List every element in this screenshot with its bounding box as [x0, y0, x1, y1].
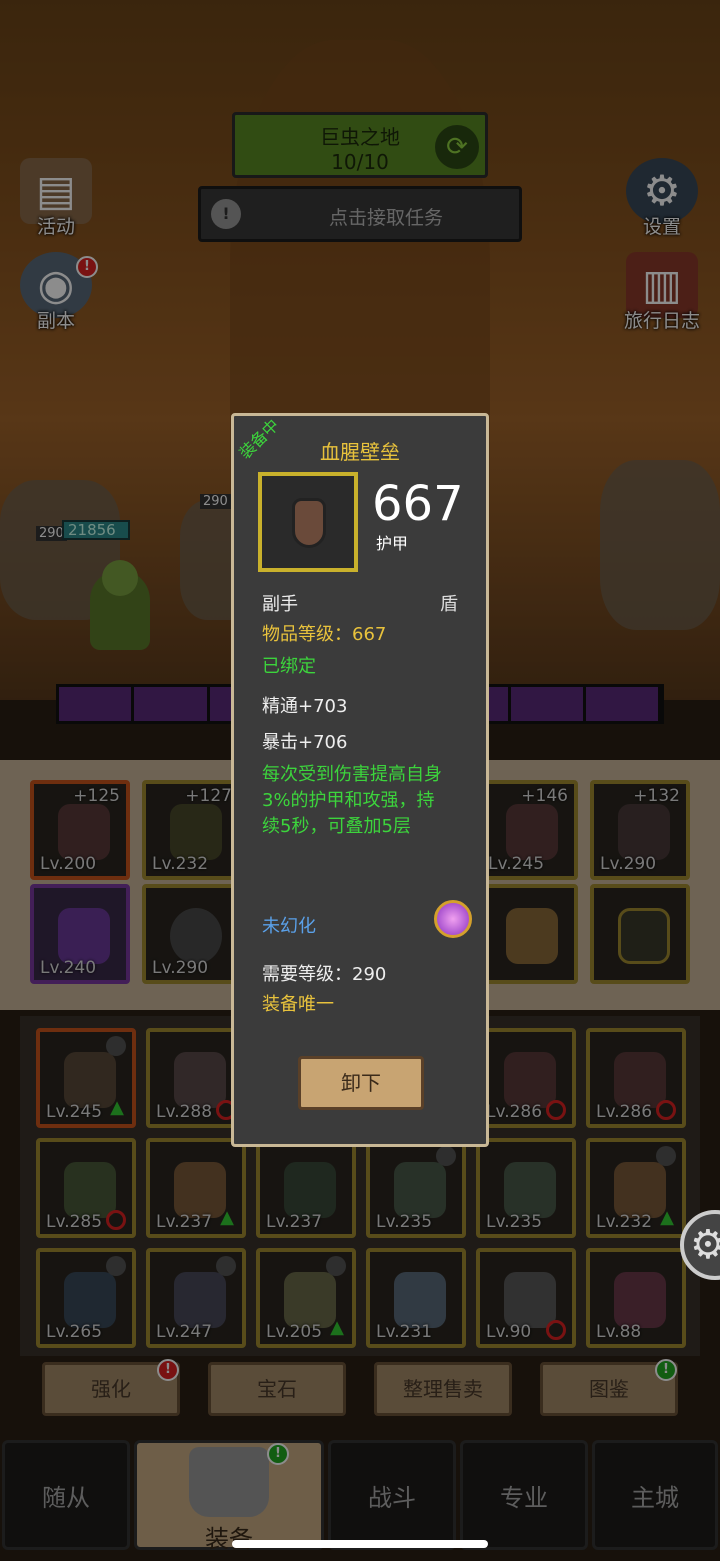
item-slot: 副手 — [262, 594, 298, 615]
item-level: 物品等级：667 — [262, 624, 387, 645]
helmet-icon — [292, 498, 326, 548]
item-name: 血腥壁垒 — [320, 440, 400, 464]
transmog-orb-icon[interactable] — [434, 900, 472, 938]
bound-status: 已绑定 — [262, 656, 316, 677]
required-level: 需要等级：290 — [262, 964, 387, 985]
stat-crit: 暴击+706 — [262, 732, 348, 753]
stat-mastery: 精通+703 — [262, 696, 348, 717]
unequip-button[interactable]: 卸下 — [298, 1056, 424, 1110]
item-effect: 每次受到伤害提高自身3%的护甲和攻强，持续5秒，可叠加5层 — [262, 764, 442, 837]
item-icon-frame — [258, 472, 358, 572]
item-tooltip: 装备中 血腥壁垒 667 护甲 副手 盾 物品等级：667 已绑定 精通+703… — [231, 413, 489, 1147]
unique-equipped: 装备唯一 — [262, 994, 334, 1015]
item-stat-label: 护甲 — [376, 534, 409, 553]
transmog-status: 未幻化 — [262, 916, 316, 937]
item-type: 盾 — [440, 594, 458, 615]
home-indicator[interactable] — [232, 1540, 488, 1548]
item-stat-value: 667 — [372, 476, 464, 532]
